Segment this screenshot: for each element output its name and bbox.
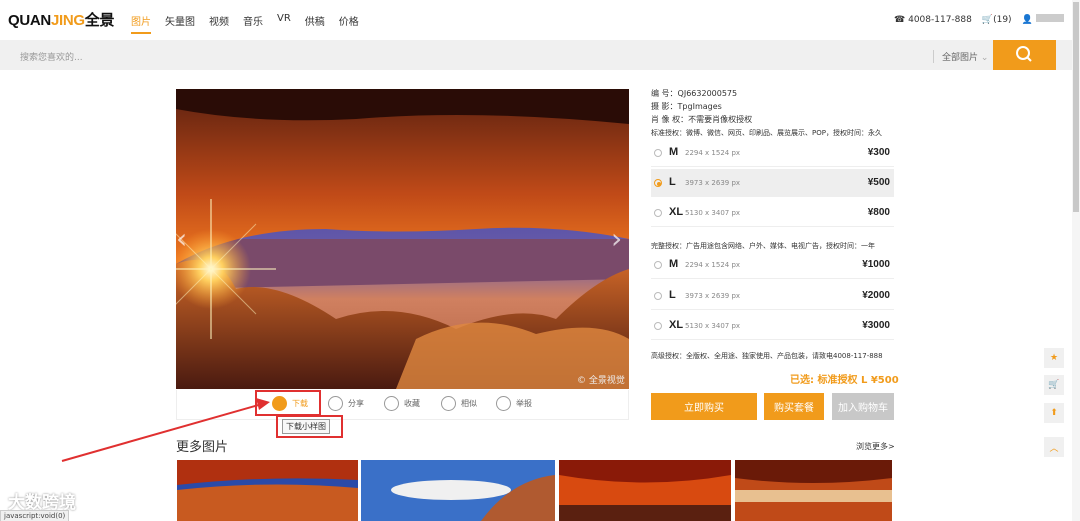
buy-package-button[interactable]: 购买套餐 xyxy=(764,393,824,420)
add-to-cart-button[interactable]: 加入购物车 xyxy=(832,393,894,420)
full-license-desc: 完整授权：广告用途包含网络、户外、媒体、电视广告，授权时间：一年 xyxy=(651,242,875,250)
radio[interactable] xyxy=(654,179,662,187)
selected-summary: 已选: 标准授权 L ¥500 xyxy=(790,375,899,386)
radio[interactable] xyxy=(654,292,662,300)
license-option-full-xl[interactable]: XL 5130 x 3407 px ¥3000 xyxy=(651,312,894,340)
thumbnail-3[interactable] xyxy=(559,460,731,521)
license-option-standard-l[interactable]: L 3973 x 2639 px ¥500 xyxy=(651,169,894,197)
radio[interactable] xyxy=(654,209,662,217)
radio[interactable] xyxy=(654,149,662,157)
chevron-up-icon: ︿ xyxy=(1049,443,1059,454)
license-option-full-l[interactable]: L 3973 x 2639 px ¥2000 xyxy=(651,282,894,310)
license-option-standard-xl[interactable]: XL 5130 x 3407 px ¥800 xyxy=(651,199,894,227)
advanced-license-desc: 高级授权：全版权、全用途、独家使用、产品包装，请致电4008-117-888 xyxy=(651,352,883,360)
cart-icon: 🛒 xyxy=(1048,380,1060,390)
browse-more-link[interactable]: 浏览更多> xyxy=(856,441,895,452)
license-option-standard-m[interactable]: M 2294 x 1524 px ¥300 xyxy=(651,139,894,167)
annotation-arrow xyxy=(61,398,270,462)
radio[interactable] xyxy=(654,261,662,269)
upload-icon: ⬆ xyxy=(1050,408,1058,418)
photo-author: 摄 影：TpgImages xyxy=(651,102,722,111)
thumbnail-1[interactable] xyxy=(177,460,358,521)
radio[interactable] xyxy=(654,322,662,330)
side-favorite-button[interactable]: ★ xyxy=(1044,348,1064,368)
more-images-title: 更多图片 xyxy=(176,440,229,455)
portrait-rights: 肖 像 权：不需要肖像权授权 xyxy=(651,115,753,124)
photo-id: 编 号：QJ6632000575 xyxy=(651,89,738,98)
side-upload-button[interactable]: ⬆ xyxy=(1044,403,1064,423)
status-bar: javascript:void(0) xyxy=(0,510,70,521)
thumbnail-2[interactable] xyxy=(361,460,555,521)
thumbnail-4[interactable] xyxy=(735,460,892,521)
star-icon: ★ xyxy=(1049,353,1059,363)
license-option-full-m[interactable]: M 2294 x 1524 px ¥1000 xyxy=(651,251,894,279)
side-cart-button[interactable]: 🛒 xyxy=(1044,375,1064,395)
scrollbar-thumb[interactable] xyxy=(1073,2,1079,212)
back-to-top-button[interactable]: ︿ xyxy=(1044,437,1064,457)
standard-license-desc: 标准授权：微博、微信、网页、印刷品、展览展示、POP，授权时间：永久 xyxy=(651,129,882,137)
buy-now-button[interactable]: 立即购买 xyxy=(651,393,757,420)
